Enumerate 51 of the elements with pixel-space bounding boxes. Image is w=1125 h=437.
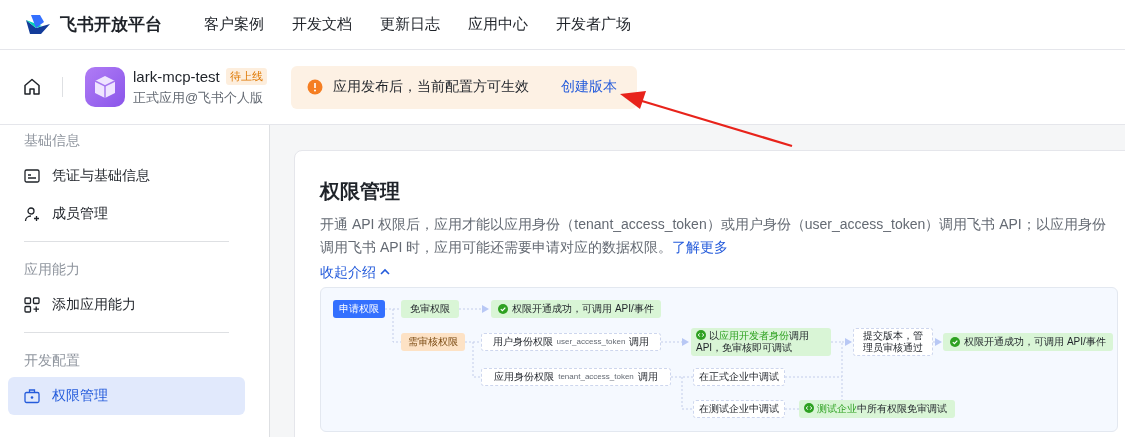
add-user-icon [24,206,40,222]
check-icon [950,337,961,347]
flow-node: 在测试企业中调试 [693,400,785,418]
add-grid-icon [24,297,40,313]
flow-node: 在正式企业中调试 [693,368,785,386]
section-heading: 开发配置 [23,351,81,370]
flow-node: 需审核权限 [401,333,465,351]
sidebar-item[interactable]: 成员管理 [8,195,245,233]
flow-node: 提交版本，管理员审核通过 [853,328,933,356]
brand-name: 飞书开放平台 [60,14,162,36]
description: 开通 API 权限后，应用才能以应用身份（tenant_access_token）或用户身份（user_access_token）调用飞书 API；以应用身份调用飞书 API 时，应用可能还需要申请对应的数据权限。了解更多 [320,215,1107,257]
home-icon[interactable] [22,77,42,97]
flow-node: 免审权限 [401,300,459,318]
warning-icon [306,79,323,95]
app-icon [85,67,125,107]
flow-node-text: 权限开通成功，可调用 API/事件 [512,303,654,315]
section-heading: 应用能力 [23,260,81,279]
collapse-link[interactable]: 收起介绍 [320,261,390,283]
flow-node: 应用身份权限 tenant_access_token 调用 [481,368,671,386]
sidebar-item[interactable]: 添加应用能力 [8,286,245,324]
code-icon [696,330,706,340]
connector-arrow [458,305,489,313]
flow-node: 申请权限 [333,300,385,318]
connector-arrow [841,338,852,346]
nav-link[interactable]: 客户案例 [204,15,264,34]
page-title: 权限管理 [320,179,401,204]
check-icon [498,304,509,314]
sidebar-item[interactable]: 凭证与基础信息 [8,157,245,195]
nav-link[interactable]: 应用中心 [468,15,528,34]
flow-node: 用户身份权限 user_access_token 调用 [481,333,661,351]
status-badge: 待上线 [225,67,267,85]
app-name: lark-mcp-test [133,67,220,85]
code-icon [804,403,814,413]
card-icon [24,168,40,184]
briefcase-icon [24,388,40,404]
nav-link[interactable]: 开发者广场 [556,15,631,34]
flow-node-text: 以应用开发者身份调用 API，免审核即可调试 [696,330,810,354]
notice-text: 应用发布后，当前配置方可生效 [332,78,529,96]
flow-node-text: 测试企业中所有权限免审调试 [804,403,947,415]
connector-arrow [932,338,942,346]
connector-arrow [660,338,689,346]
logo-icon [24,13,52,36]
app-type: 正式应用@飞书个人版 [133,88,265,107]
nav-link[interactable]: 开发文档 [292,15,352,34]
flow-node-text: 权限开通成功，可调用 API/事件 [964,336,1106,348]
sidebar-item[interactable]: 权限管理 [8,377,245,415]
learn-more-link[interactable]: 了解更多 [672,239,729,255]
create-version-link[interactable]: 创建版本 [560,78,617,96]
nav-link[interactable]: 更新日志 [380,15,440,34]
chevron-up-icon [380,268,390,276]
section-heading: 基础信息 [23,131,81,150]
